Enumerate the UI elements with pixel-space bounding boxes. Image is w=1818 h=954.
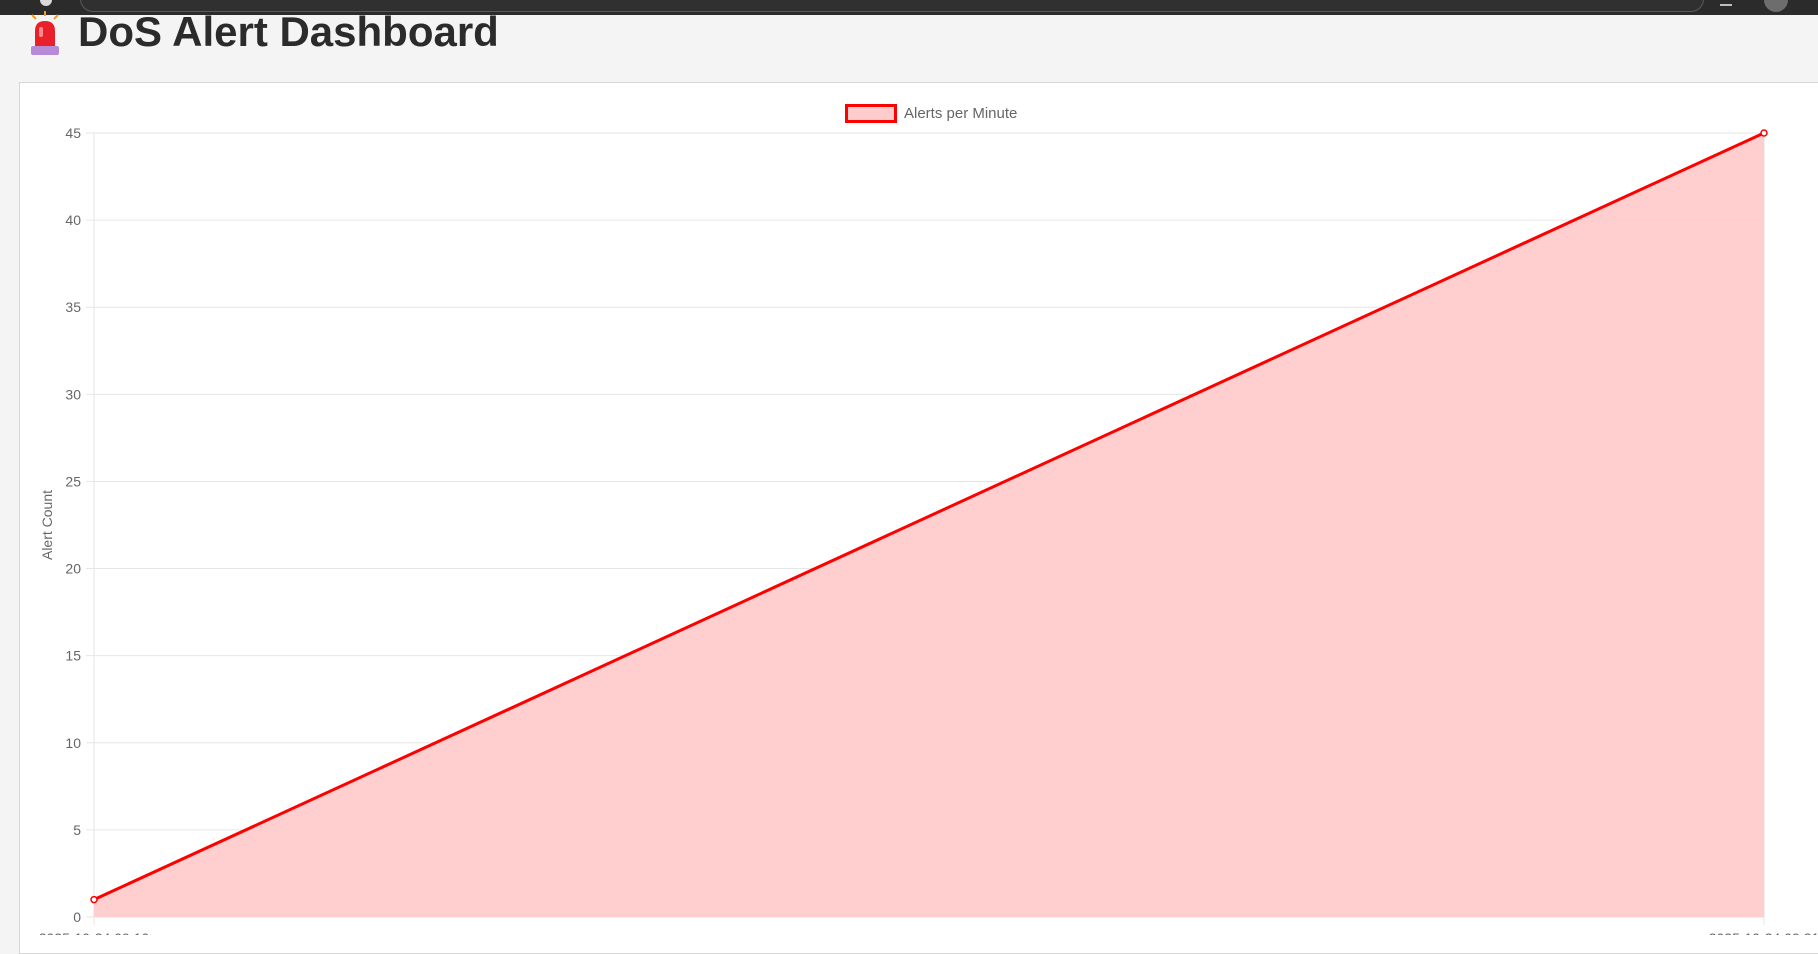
y-tick-label: 45 <box>65 125 81 141</box>
x-tick-label: 2025-10-24 09:21 <box>1709 930 1818 935</box>
y-axis-label: Alert Count <box>39 490 55 560</box>
y-tick-label: 30 <box>65 386 81 402</box>
y-tick-label: 5 <box>73 822 81 838</box>
y-tick-label: 15 <box>65 648 81 664</box>
y-tick-label: 20 <box>65 561 81 577</box>
series-area-alerts-per-minute <box>94 133 1764 917</box>
y-tick-label: 0 <box>73 909 81 925</box>
y-tick-label: 35 <box>65 299 81 315</box>
y-tick-label: 40 <box>65 212 81 228</box>
alerts-chart: 051015202530354045 2025-10-24 09:102025-… <box>39 125 1818 935</box>
y-axis: 0 5 10 15 20 25 30 35 40 45 <box>65 125 81 925</box>
data-point[interactable] <box>1760 129 1768 137</box>
x-axis: 2025-10-24 09:10 2025-10-24 09:21 <box>39 930 1818 935</box>
legend-label: Alerts per Minute <box>904 105 1018 122</box>
x-tick-label: 2025-10-24 09:10 <box>39 930 150 935</box>
y-tick-label: 10 <box>65 735 81 751</box>
chart-legend[interactable]: Alerts per Minute <box>845 104 1017 123</box>
data-point[interactable] <box>90 895 98 904</box>
legend-swatch <box>845 104 897 123</box>
y-tick-label: 25 <box>65 473 81 489</box>
